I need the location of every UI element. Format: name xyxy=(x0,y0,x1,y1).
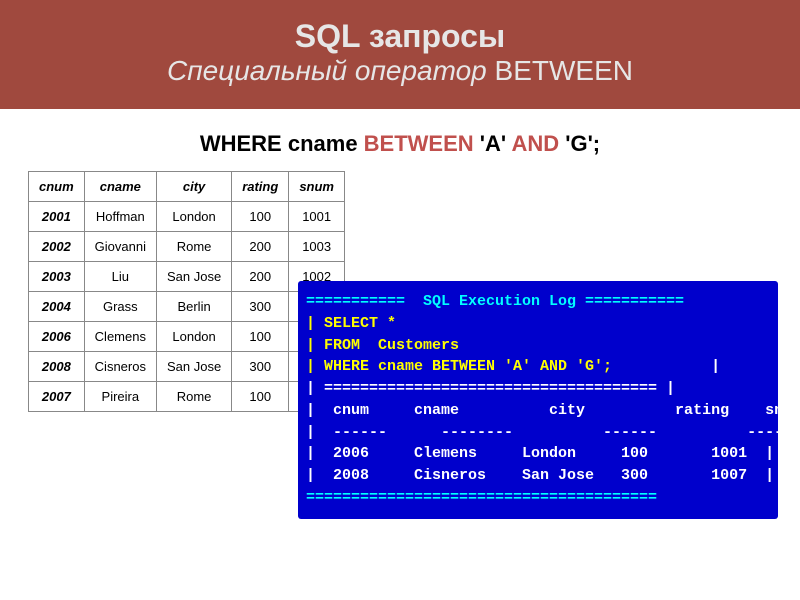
table-cell: Rome xyxy=(156,382,231,412)
table-cell: Giovanni xyxy=(84,232,156,262)
log-row-1: | 2006 Clemens London 100 1001 | xyxy=(306,445,774,462)
log-pipe: | xyxy=(612,358,720,375)
slide-title-line1: SQL запросы xyxy=(0,18,800,55)
table-cell: 200 xyxy=(232,232,289,262)
col-name: cname xyxy=(288,131,364,156)
slide-subtitle-keyword: BETWEEN xyxy=(487,55,633,86)
log-rule-bot: ======================================= xyxy=(306,489,657,506)
log-rule-mid: | ===================================== … xyxy=(306,380,675,397)
table-cell: 2006 xyxy=(29,322,85,352)
th-snum: snum xyxy=(289,172,345,202)
table-cell: 2001 xyxy=(29,202,85,232)
table-cell: London xyxy=(156,202,231,232)
log-from: | FROM Customers xyxy=(306,337,459,354)
table-cell: Hoffman xyxy=(84,202,156,232)
table-cell: 100 xyxy=(232,322,289,352)
table-cell: 2004 xyxy=(29,292,85,322)
table-row: 2002GiovanniRome2001003 xyxy=(29,232,345,262)
table-cell: Berlin xyxy=(156,292,231,322)
th-cname: cname xyxy=(84,172,156,202)
table-row: 2001HoffmanLondon1001001 xyxy=(29,202,345,232)
slide-title-line2: Специальный оператор BETWEEN xyxy=(0,55,800,87)
kw-between: BETWEEN xyxy=(364,131,480,156)
kw-where: WHERE xyxy=(200,131,288,156)
table-cell: 100 xyxy=(232,202,289,232)
kw-and: AND xyxy=(511,131,565,156)
table-cell: 100 xyxy=(232,382,289,412)
literal-a: 'A' xyxy=(480,131,512,156)
table-cell: San Jose xyxy=(156,262,231,292)
log-pipe: | xyxy=(396,315,800,332)
table-cell: Cisneros xyxy=(84,352,156,382)
sql-execution-log: =========== SQL Execution Log ==========… xyxy=(298,281,778,519)
table-cell: 200 xyxy=(232,262,289,292)
table-cell: 1003 xyxy=(289,232,345,262)
log-select: | SELECT * xyxy=(306,315,396,332)
log-where: | WHERE cname BETWEEN 'A' AND 'G'; xyxy=(306,358,612,375)
log-pipe: | xyxy=(459,337,800,354)
table-cell: 300 xyxy=(232,352,289,382)
table-cell: Liu xyxy=(84,262,156,292)
literal-g: 'G'; xyxy=(565,131,600,156)
log-header-cols: | cnum cname city rating snum | xyxy=(306,402,800,419)
where-clause: WHERE cname BETWEEN 'A' AND 'G'; xyxy=(0,131,800,157)
log-rule-top: =========== SQL Execution Log ==========… xyxy=(306,293,684,310)
table-cell: 2002 xyxy=(29,232,85,262)
th-cnum: cnum xyxy=(29,172,85,202)
table-cell: 2003 xyxy=(29,262,85,292)
table-cell: Pireira xyxy=(84,382,156,412)
table-cell: 2008 xyxy=(29,352,85,382)
table-cell: Rome xyxy=(156,232,231,262)
table-header-row: cnum cname city rating snum xyxy=(29,172,345,202)
table-cell: Grass xyxy=(84,292,156,322)
table-cell: London xyxy=(156,322,231,352)
table-cell: San Jose xyxy=(156,352,231,382)
log-header-sep: | ------ -------- ------ ---- ------ | xyxy=(306,424,800,441)
slide-subtitle-prefix: Специальный оператор xyxy=(167,55,487,86)
table-cell: 1001 xyxy=(289,202,345,232)
log-row-2: | 2008 Cisneros San Jose 300 1007 | xyxy=(306,467,774,484)
th-rating: rating xyxy=(232,172,289,202)
table-cell: 300 xyxy=(232,292,289,322)
table-cell: 2007 xyxy=(29,382,85,412)
th-city: city xyxy=(156,172,231,202)
title-band: SQL запросы Специальный оператор BETWEEN xyxy=(0,0,800,109)
table-cell: Clemens xyxy=(84,322,156,352)
content-row: cnum cname city rating snum 2001HoffmanL… xyxy=(0,171,800,412)
